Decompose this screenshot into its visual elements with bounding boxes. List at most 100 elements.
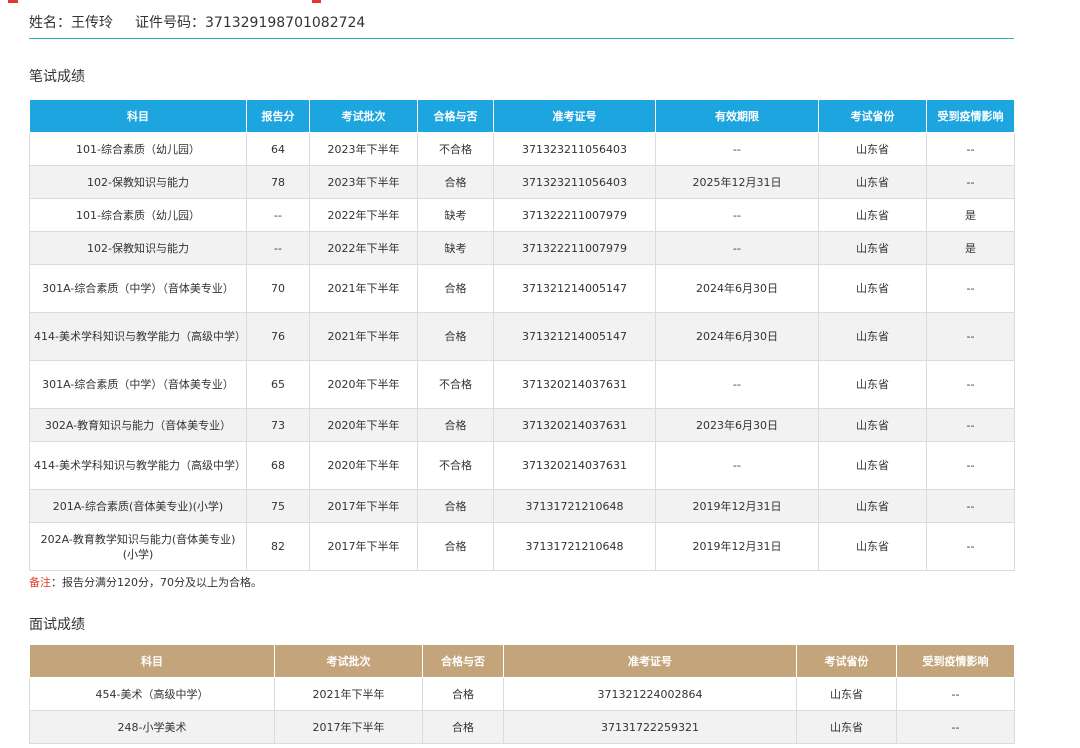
table-cell: 山东省 [818, 312, 927, 361]
table-cell: 合格 [417, 522, 494, 571]
note-label: 备注 [29, 576, 51, 589]
score-page: 姓名：王传玲 证件号码：371329198701082724 笔试成绩 科目 报告… [29, 8, 1015, 744]
table-cell: 合格 [422, 677, 504, 711]
column-header: 考试省份 [796, 644, 897, 678]
column-header: 准考证号 [503, 644, 797, 678]
table-row: 101-综合素质（幼儿园） 64 2023年下半年 不合格 37132321105640… [29, 132, 1015, 166]
table-cell: 101-综合素质（幼儿园） [29, 132, 247, 166]
column-header: 准考证号 [493, 99, 656, 133]
table-cell: 371321214005147 [493, 312, 656, 361]
table-cell: 2019年12月31日 [655, 522, 819, 571]
table-row: 301A-综合素质（中学）（音体美专业） 65 2020年下半年 不合格 3713202… [29, 360, 1015, 409]
table-cell: -- [926, 264, 1015, 313]
table-cell: 合格 [417, 312, 494, 361]
table-row: 301A-综合素质（中学）（音体美专业） 70 2021年下半年 合格 37132121… [29, 264, 1015, 313]
column-header: 合格与否 [422, 644, 504, 678]
table-cell: 78 [246, 165, 310, 199]
table-cell: 山东省 [818, 522, 927, 571]
column-header: 合格与否 [417, 99, 494, 133]
table-cell: 65 [246, 360, 310, 409]
table-cell: 山东省 [818, 231, 927, 265]
table-cell: -- [655, 441, 819, 490]
top-fragment-mark [8, 0, 18, 3]
table-cell: -- [926, 165, 1015, 199]
column-header: 受到疫情影响 [896, 644, 1015, 678]
table-cell: 缺考 [417, 198, 494, 232]
table-cell: 371321224002864 [503, 677, 797, 711]
table-cell: 山东省 [818, 165, 927, 199]
candidate-header: 姓名：王传玲 证件号码：371329198701082724 [29, 8, 1014, 39]
table-cell: 371320214037631 [493, 408, 656, 442]
table-cell: 2022年下半年 [309, 231, 418, 265]
table-cell: 201A-综合素质(音体美专业)(小学) [29, 489, 247, 523]
id-number: 371329198701082724 [205, 15, 366, 31]
table-cell: -- [655, 231, 819, 265]
table-cell: 是 [926, 198, 1015, 232]
table-cell: 合格 [417, 408, 494, 442]
interview-header-row: 科目 考试批次 合格与否 准考证号 考试省份 受到疫情影响 [29, 644, 1015, 678]
table-cell: 37131721210648 [493, 489, 656, 523]
table-cell: 山东省 [818, 264, 927, 313]
table-cell: 37131721210648 [493, 522, 656, 571]
table-cell: 2025年12月31日 [655, 165, 819, 199]
table-cell: 2020年下半年 [309, 408, 418, 442]
table-cell: 山东省 [818, 408, 927, 442]
table-cell: -- [926, 489, 1015, 523]
table-cell: 102-保教知识与能力 [29, 165, 247, 199]
table-cell: 76 [246, 312, 310, 361]
table-cell: 101-综合素质（幼儿园） [29, 198, 247, 232]
table-cell: 37131722259321 [503, 710, 797, 744]
table-cell: 2021年下半年 [309, 264, 418, 313]
table-cell: 68 [246, 441, 310, 490]
table-cell: 2022年下半年 [309, 198, 418, 232]
table-cell: 371322211007979 [493, 198, 656, 232]
column-header: 有效期限 [655, 99, 819, 133]
table-cell: 2020年下半年 [309, 360, 418, 409]
table-cell: 371322211007979 [493, 231, 656, 265]
table-cell: 合格 [417, 489, 494, 523]
table-cell: 371320214037631 [493, 360, 656, 409]
written-header-row: 科目 报告分 考试批次 合格与否 准考证号 有效期限 考试省份 受到疫情影响 [29, 99, 1015, 133]
table-cell: 371323211056403 [493, 132, 656, 166]
table-cell: 248-小学美术 [29, 710, 275, 744]
table-cell: 2021年下半年 [309, 312, 418, 361]
name-label: 姓名： [29, 15, 71, 31]
table-cell: -- [246, 231, 310, 265]
table-cell: 2017年下半年 [309, 522, 418, 571]
table-cell: -- [926, 522, 1015, 571]
table-cell: 山东省 [818, 360, 927, 409]
table-cell: -- [655, 360, 819, 409]
table-cell: 2024年6月30日 [655, 312, 819, 361]
table-cell: 合格 [417, 264, 494, 313]
table-row: 414-美术学科知识与教学能力（高级中学） 76 2021年下半年 合格 3713212… [29, 312, 1015, 361]
score-note: 备注：报告分满分120分，70分及以上为合格。 [29, 575, 1014, 591]
column-header: 科目 [29, 644, 275, 678]
table-row: 201A-综合素质(音体美专业)(小学) 75 2017年下半年 合格 37131721… [29, 489, 1015, 523]
written-section-title: 笔试成绩 [29, 69, 85, 85]
table-cell: 合格 [417, 165, 494, 199]
table-cell: 是 [926, 231, 1015, 265]
table-cell: -- [655, 132, 819, 166]
table-cell: -- [926, 132, 1015, 166]
note-text: ：报告分满分120分，70分及以上为合格。 [51, 576, 262, 589]
table-row: 102-保教知识与能力 -- 2022年下半年 缺考 371322211007979 --… [29, 231, 1015, 265]
table-cell: 山东省 [818, 441, 927, 490]
table-cell: 82 [246, 522, 310, 571]
table-row: 414-美术学科知识与教学能力（高级中学） 68 2020年下半年 不合格 371320… [29, 441, 1015, 490]
column-header: 科目 [29, 99, 247, 133]
table-cell: 2023年下半年 [309, 165, 418, 199]
table-cell: 2023年下半年 [309, 132, 418, 166]
table-cell: -- [926, 408, 1015, 442]
table-cell: 371321214005147 [493, 264, 656, 313]
table-cell: 山东省 [818, 198, 927, 232]
table-cell: 371323211056403 [493, 165, 656, 199]
table-cell: 不合格 [417, 132, 494, 166]
top-fragment-mark [312, 0, 321, 3]
column-header: 受到疫情影响 [926, 99, 1015, 133]
table-cell: -- [896, 677, 1015, 711]
table-cell: 山东省 [796, 710, 897, 744]
table-row: 202A-教育教学知识与能力(音体美专业)(小学) 82 2017年下半年 合格 371… [29, 522, 1015, 571]
table-cell: 合格 [422, 710, 504, 744]
table-cell: 75 [246, 489, 310, 523]
table-cell: 山东省 [796, 677, 897, 711]
